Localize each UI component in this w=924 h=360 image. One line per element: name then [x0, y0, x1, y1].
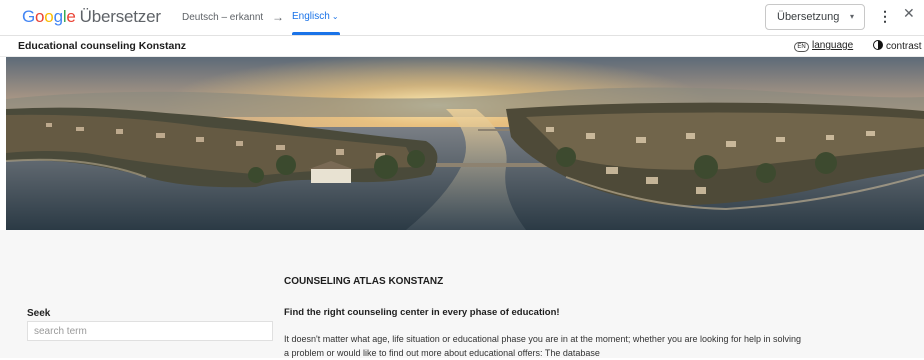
close-icon[interactable]: ✕	[903, 5, 915, 22]
contrast-toggle[interactable]: contrast	[873, 40, 922, 52]
active-tab-indicator	[292, 32, 340, 35]
target-language-tab[interactable]: Englisch ⌄	[292, 11, 339, 22]
konstanz-panorama	[6, 57, 924, 230]
site-title[interactable]: Educational counseling Konstanz	[18, 40, 186, 52]
arrow-right-icon: →	[272, 10, 284, 24]
contrast-label: contrast	[886, 41, 922, 52]
page-subtitle: Find the right counseling center in ever…	[284, 307, 560, 318]
product-name: Übersetzer	[79, 7, 161, 26]
caret-down-icon: ▾	[849, 12, 854, 21]
hero-panorama-image	[6, 57, 924, 230]
language-icon: EN	[794, 42, 809, 52]
chevron-down-icon: ⌄	[331, 12, 339, 21]
main-content: COUNSELING ATLAS KONSTANZ Find the right…	[0, 230, 924, 358]
search-input[interactable]	[27, 321, 273, 341]
language-link[interactable]: EN language	[794, 40, 853, 52]
search-label: Seek	[27, 308, 51, 319]
google-translate-logo[interactable]: Google Übersetzer	[22, 7, 161, 27]
intro-paragraph: It doesn't matter what age, life situati…	[284, 334, 802, 358]
site-header: Educational counseling Konstanz EN langua…	[0, 36, 924, 57]
target-language-label: Englisch	[292, 11, 330, 22]
contrast-icon	[873, 40, 883, 50]
language-link-label: language	[812, 40, 854, 51]
source-language-tab[interactable]: Deutsch – erkannt	[182, 12, 263, 23]
more-options-icon[interactable]: ⋮	[878, 8, 892, 25]
page-title: COUNSELING ATLAS KONSTANZ	[284, 276, 444, 287]
translation-mode-label: Übersetzung	[777, 11, 840, 23]
translate-toolbar: Google Übersetzer Deutsch – erkannt → Eng…	[0, 0, 924, 36]
translation-mode-select[interactable]: Übersetzung ▾	[765, 4, 865, 30]
